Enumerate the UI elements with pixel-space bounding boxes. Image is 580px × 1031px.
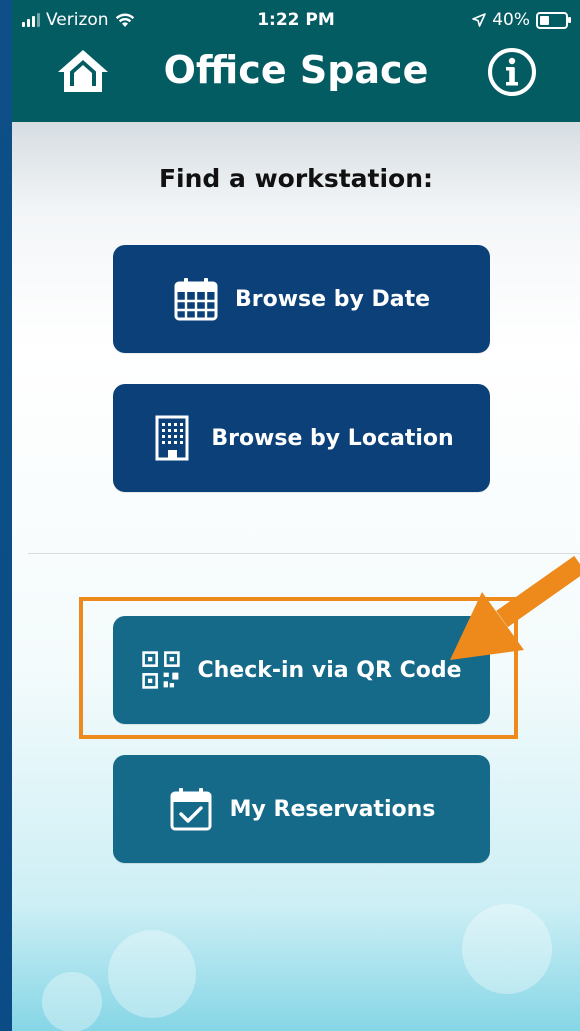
location-arrow-icon	[472, 13, 487, 27]
pointer-arrow-icon	[450, 555, 580, 660]
left-edge	[0, 0, 12, 1031]
status-bar: Verizon 1:22 PM 40%	[12, 0, 580, 40]
browse-by-date-label: Browse by Date	[234, 286, 431, 312]
battery-percent: 40%	[492, 10, 530, 30]
background-bubble	[108, 930, 196, 1018]
building-icon	[155, 415, 189, 461]
main-content: Find a workstation: Browse by Date Brows…	[12, 122, 580, 1031]
my-reservations-button[interactable]: My Reservations	[113, 755, 490, 863]
calendar-icon	[174, 278, 218, 321]
app-header: Office Space	[12, 40, 580, 122]
info-button[interactable]	[486, 46, 538, 98]
background-bubble	[462, 904, 552, 994]
my-reservations-label: My Reservations	[229, 796, 436, 822]
status-right: 40%	[472, 10, 571, 30]
phone-screen: Verizon 1:22 PM 40% Office Space Find a …	[12, 0, 580, 1031]
browse-by-location-label: Browse by Location	[211, 425, 454, 451]
background-bubble	[42, 972, 102, 1031]
browse-by-location-button[interactable]: Browse by Location	[113, 384, 490, 492]
calendar-check-icon	[170, 788, 212, 831]
battery-icon	[536, 11, 571, 29]
browse-by-date-button[interactable]: Browse by Date	[113, 245, 490, 353]
section-title: Find a workstation:	[158, 164, 434, 193]
info-icon	[488, 48, 536, 96]
